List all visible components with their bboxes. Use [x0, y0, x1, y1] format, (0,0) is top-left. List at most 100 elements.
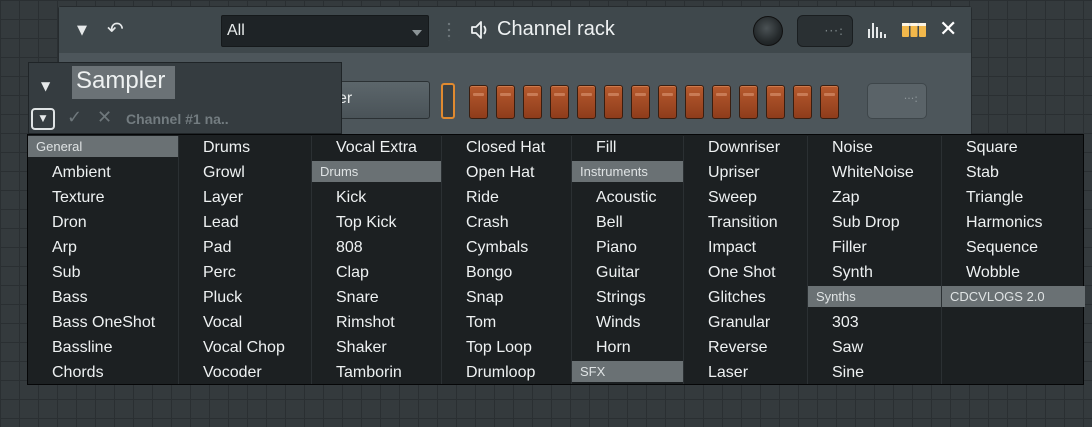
menu-item[interactable]: Vocal: [179, 311, 311, 336]
menu-item[interactable]: Drumloop: [442, 361, 571, 386]
step-button[interactable]: [712, 85, 731, 119]
menu-item[interactable]: Wobble: [942, 261, 1085, 286]
preset-dropdown-button[interactable]: ▼: [31, 108, 55, 130]
menu-item[interactable]: Kick: [312, 186, 441, 211]
menu-item[interactable]: 303: [808, 311, 941, 336]
menu-item[interactable]: Ride: [442, 186, 571, 211]
menu-item[interactable]: Glitches: [684, 286, 807, 311]
channel-name-button[interactable]: er: [327, 81, 430, 119]
menu-item[interactable]: Laser: [684, 361, 807, 386]
menu-item[interactable]: Synth: [808, 261, 941, 286]
collapse-icon[interactable]: ▼: [41, 79, 50, 93]
step-button[interactable]: [550, 85, 569, 119]
graph-editor-icon[interactable]: [867, 21, 889, 39]
menu-item[interactable]: Tom: [442, 311, 571, 336]
menu-item[interactable]: Pluck: [179, 286, 311, 311]
menu-item[interactable]: Cymbals: [442, 236, 571, 261]
menu-item[interactable]: Upriser: [684, 161, 807, 186]
menu-item[interactable]: Perc: [179, 261, 311, 286]
menu-item[interactable]: Bass: [28, 286, 178, 311]
menu-item[interactable]: Arp: [28, 236, 178, 261]
menu-item[interactable]: Impact: [684, 236, 807, 261]
menu-item[interactable]: Bongo: [442, 261, 571, 286]
menu-item[interactable]: Bell: [572, 211, 683, 236]
menu-item[interactable]: Horn: [572, 336, 683, 361]
menu-item[interactable]: Tamborin: [312, 361, 441, 386]
drag-handle[interactable]: [447, 21, 451, 41]
menu-item[interactable]: Open Hat: [442, 161, 571, 186]
step-button[interactable]: [469, 85, 488, 119]
menu-item[interactable]: Sequence: [942, 236, 1085, 261]
close-icon[interactable]: ✕: [939, 17, 957, 42]
menu-item[interactable]: Chords: [28, 361, 178, 386]
menu-item[interactable]: Reverse: [684, 336, 807, 361]
menu-item[interactable]: Filler: [808, 236, 941, 261]
volume-knob[interactable]: [753, 16, 783, 46]
menu-item[interactable]: Top Loop: [442, 336, 571, 361]
channel-select-indicator[interactable]: [441, 83, 455, 119]
menu-item[interactable]: Vocoder: [179, 361, 311, 386]
menu-item[interactable]: Shaker: [312, 336, 441, 361]
menu-item[interactable]: Lead: [179, 211, 311, 236]
swing-control[interactable]: ···:: [797, 15, 853, 47]
step-button[interactable]: [604, 85, 623, 119]
menu-item[interactable]: Crash: [442, 211, 571, 236]
menu-item[interactable]: Sub: [28, 261, 178, 286]
step-button[interactable]: [658, 85, 677, 119]
menu-item[interactable]: Fill: [572, 136, 683, 161]
step-sequencer-icon[interactable]: [902, 23, 926, 37]
menu-item[interactable]: 808: [312, 236, 441, 261]
menu-item[interactable]: Zap: [808, 186, 941, 211]
menu-item[interactable]: Transition: [684, 211, 807, 236]
menu-item[interactable]: Acoustic: [572, 186, 683, 211]
menu-item[interactable]: Sweep: [684, 186, 807, 211]
step-button[interactable]: [631, 85, 650, 119]
menu-item[interactable]: Guitar: [572, 261, 683, 286]
sampler-name-field[interactable]: Sampler: [72, 66, 175, 99]
channel-right-control[interactable]: ···:: [867, 83, 927, 119]
menu-item[interactable]: Sub Drop: [808, 211, 941, 236]
menu-item[interactable]: Rimshot: [312, 311, 441, 336]
menu-item[interactable]: Snare: [312, 286, 441, 311]
menu-item[interactable]: Bass OneShot: [28, 311, 178, 336]
menu-item[interactable]: Clap: [312, 261, 441, 286]
menu-item[interactable]: Snap: [442, 286, 571, 311]
menu-item[interactable]: Harmonics: [942, 211, 1085, 236]
menu-item[interactable]: Bassline: [28, 336, 178, 361]
menu-item[interactable]: Closed Hat: [442, 136, 571, 161]
step-button[interactable]: [523, 85, 542, 119]
menu-item[interactable]: Triangle: [942, 186, 1085, 211]
menu-item[interactable]: Saw: [808, 336, 941, 361]
step-button[interactable]: [766, 85, 785, 119]
menu-item[interactable]: WhiteNoise: [808, 161, 941, 186]
step-button[interactable]: [739, 85, 758, 119]
menu-item[interactable]: Vocal Chop: [179, 336, 311, 361]
undo-icon[interactable]: ↶: [107, 19, 124, 39]
menu-item[interactable]: One Shot: [684, 261, 807, 286]
menu-item[interactable]: Sine: [808, 361, 941, 386]
step-button[interactable]: [685, 85, 704, 119]
menu-item[interactable]: Drums: [179, 136, 311, 161]
menu-item[interactable]: Square: [942, 136, 1085, 161]
options-menu-icon[interactable]: ▼: [77, 24, 87, 37]
menu-item[interactable]: Pad: [179, 236, 311, 261]
menu-item[interactable]: Top Kick: [312, 211, 441, 236]
menu-item[interactable]: Noise: [808, 136, 941, 161]
menu-item[interactable]: Ambient: [28, 161, 178, 186]
step-button[interactable]: [793, 85, 812, 119]
step-button[interactable]: [820, 85, 839, 119]
step-button[interactable]: [496, 85, 515, 119]
menu-item[interactable]: Texture: [28, 186, 178, 211]
menu-item[interactable]: Winds: [572, 311, 683, 336]
menu-item[interactable]: Stab: [942, 161, 1085, 186]
menu-item[interactable]: Downriser: [684, 136, 807, 161]
menu-item[interactable]: Dron: [28, 211, 178, 236]
menu-item[interactable]: Strings: [572, 286, 683, 311]
menu-item[interactable]: Layer: [179, 186, 311, 211]
menu-item[interactable]: Vocal Extra: [312, 136, 441, 161]
channel-filter-select[interactable]: All: [221, 15, 429, 47]
menu-item[interactable]: Piano: [572, 236, 683, 261]
menu-item[interactable]: Growl: [179, 161, 311, 186]
menu-item[interactable]: Granular: [684, 311, 807, 336]
step-button[interactable]: [577, 85, 596, 119]
